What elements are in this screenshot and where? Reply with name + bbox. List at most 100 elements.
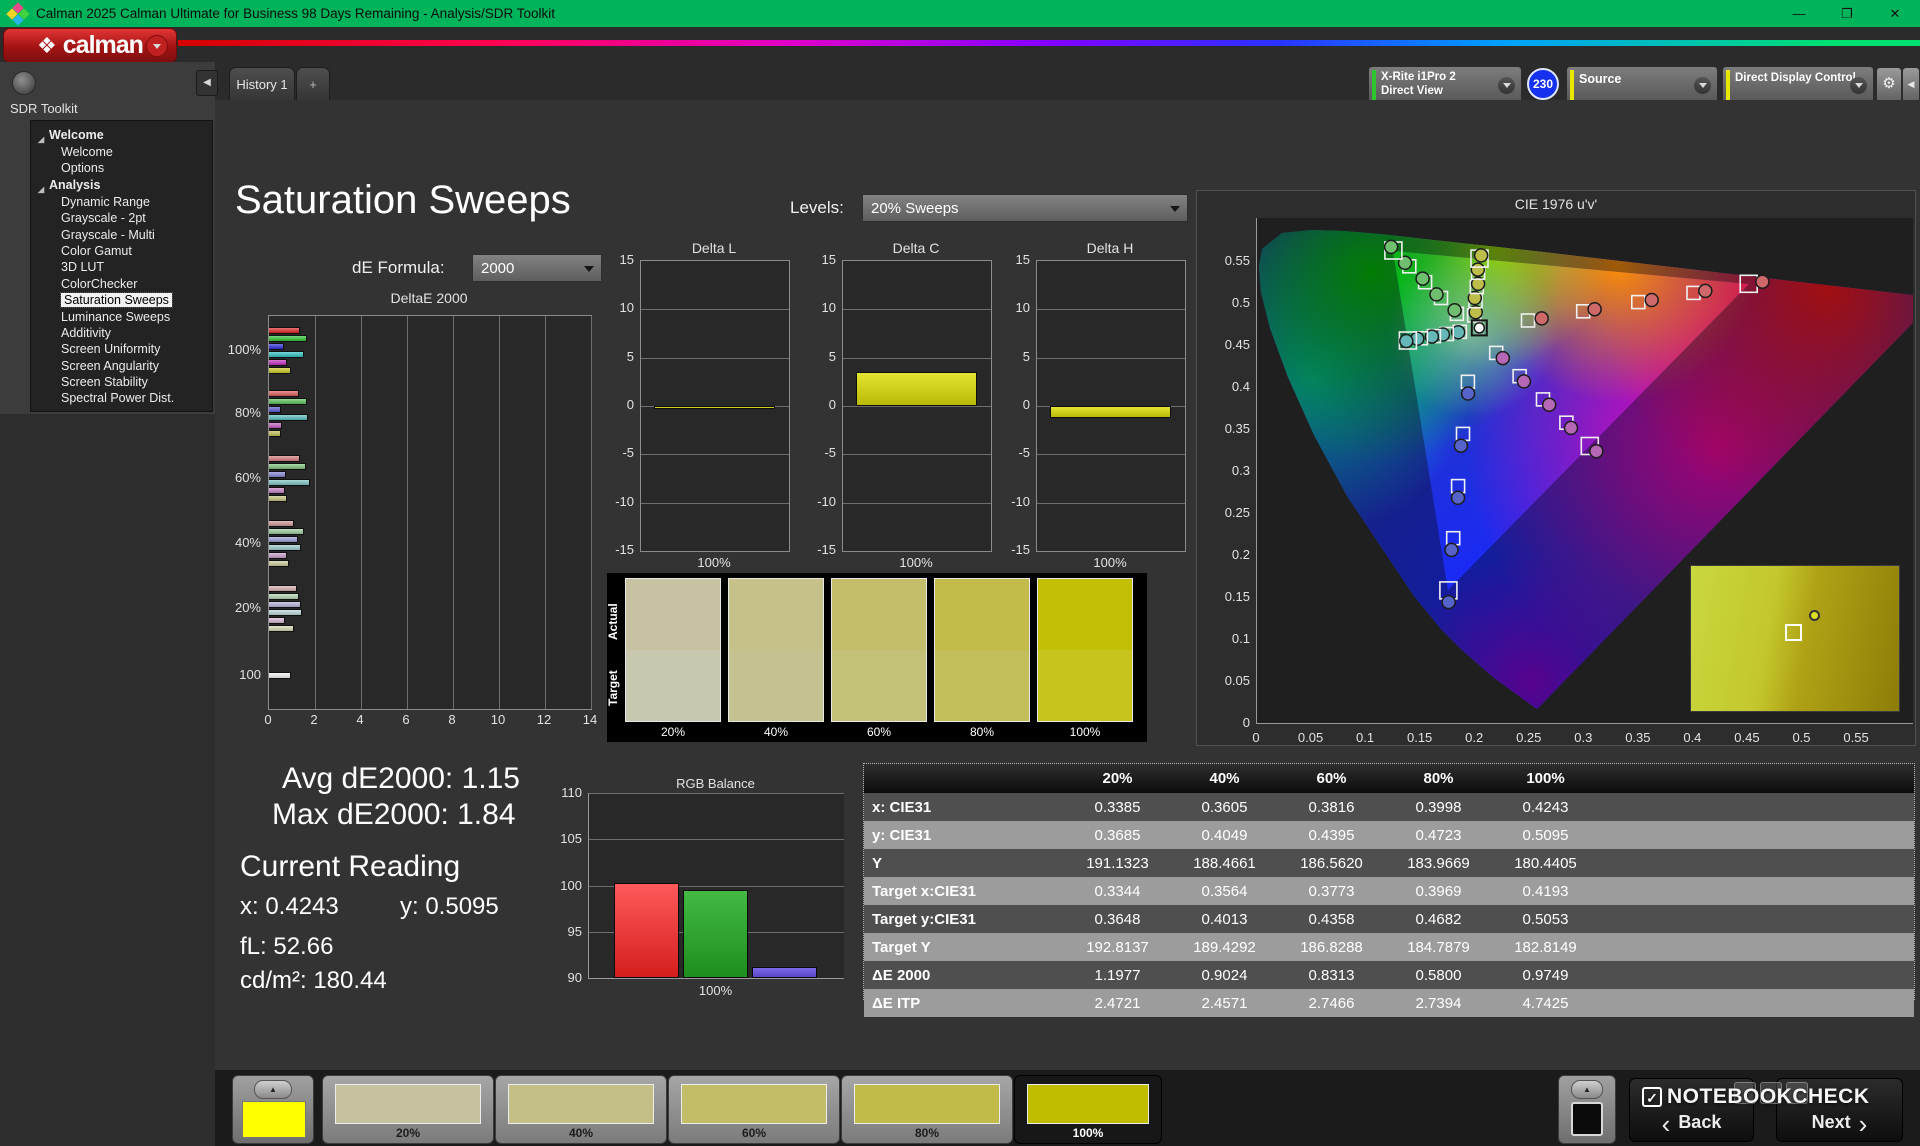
patch-button-100[interactable]: 100%: [1014, 1075, 1162, 1144]
table-header-cell: 20%: [1064, 764, 1171, 793]
patch-button-60[interactable]: 60%: [668, 1075, 840, 1144]
sidebar-item-grayscale-2pt[interactable]: Grayscale - 2pt: [31, 210, 212, 226]
inset-measured-point: [1809, 610, 1820, 621]
sidebar-item-spectral-power-dist[interactable]: Spectral Power Dist.: [31, 390, 212, 406]
rgb-xlabel: 100%: [698, 983, 733, 998]
meter-dropdown[interactable]: X-Rite i1Pro 2 Direct View: [1368, 66, 1522, 104]
chevron-down-icon: [584, 266, 594, 272]
delta_h-ytick: 0: [1022, 397, 1030, 412]
gridline: [407, 316, 408, 709]
close-button[interactable]: ✕: [1872, 0, 1918, 27]
delta_c-ytick: 10: [821, 300, 836, 316]
deltae-group-label: 100%: [227, 342, 261, 357]
current-x: x: 0.4243: [240, 893, 339, 920]
settings-gear-button[interactable]: ⚙: [1876, 67, 1902, 103]
sidebar-item-dynamic-range[interactable]: Dynamic Range: [31, 194, 212, 210]
sidebar-item-label: Screen Stability: [61, 375, 148, 390]
table-cell: 4.7425: [1492, 989, 1599, 1017]
deltae-bar-80-5: [269, 430, 281, 437]
swatch-actual: [832, 579, 926, 650]
check-icon: ✓: [1642, 1087, 1662, 1107]
deltae-bar-20-2: [269, 601, 301, 608]
sidebar-item-welcome[interactable]: Welcome: [31, 144, 212, 160]
table-header-cell: 40%: [1171, 764, 1278, 793]
workflow-title: SDR Toolkit: [10, 101, 78, 116]
sidebar-collapse-icon[interactable]: ◀: [196, 70, 218, 96]
cie-xtick: 0.55: [1843, 730, 1869, 745]
sidebar-item-saturation-sweeps[interactable]: Saturation Sweeps: [31, 292, 212, 309]
patch-label: 80%: [914, 1126, 940, 1140]
deltae-bar-60-2: [269, 471, 286, 478]
patch-button-40[interactable]: 40%: [495, 1075, 667, 1144]
sidebar-item-screen-stability[interactable]: Screen Stability: [31, 374, 212, 390]
current-reading-title: Current Reading: [240, 850, 461, 883]
sidebar-item-label: Spectral Power Dist.: [61, 391, 175, 406]
add-tab-button[interactable]: +: [296, 67, 330, 101]
sidebar-item-luminance-sweeps[interactable]: Luminance Sweeps: [31, 309, 212, 325]
display-control-dropdown[interactable]: Direct Display Control: [1722, 66, 1874, 104]
delta_h-ytick: -15: [1011, 542, 1030, 557]
table-row-e-itp: ΔE ITP 2.4721 2.4571 2.7466 2.7394 4.7425: [864, 989, 1914, 1017]
sidebar-item-screen-uniformity[interactable]: Screen Uniformity: [31, 341, 212, 357]
delta_l-ytick: -5: [622, 445, 634, 461]
delta_h-ytick: 10: [1015, 300, 1030, 316]
de-formula-dropdown[interactable]: 2000: [472, 254, 602, 282]
table-cell: 0.8313: [1278, 961, 1385, 989]
swatch-100: [1037, 578, 1133, 722]
blackout-display-button[interactable]: [1571, 1102, 1603, 1136]
gridline: [641, 454, 789, 456]
sidebar-item-options[interactable]: Options: [31, 160, 212, 176]
tree-group-welcome[interactable]: ◢ Welcome: [31, 127, 212, 144]
swatch-20: [625, 578, 721, 722]
deltae-bar-80-1: [269, 398, 307, 405]
rgb-ytick: 105: [560, 831, 582, 847]
delta_c-ytick: 0: [828, 397, 836, 412]
sidebar-item-color-gamut[interactable]: Color Gamut: [31, 243, 212, 259]
sidebar-item-screen-angularity[interactable]: Screen Angularity: [31, 358, 212, 374]
sidebar-item-label: 3D LUT: [61, 260, 105, 275]
calman-menu-dropdown[interactable]: [146, 35, 168, 57]
collapse-panel-button[interactable]: ◀: [1902, 67, 1920, 103]
delta_l-ytick: 15: [619, 252, 634, 267]
sidebar-item-3d-lut[interactable]: 3D LUT: [31, 259, 212, 275]
table-cell: 180.4405: [1492, 849, 1599, 877]
levels-dropdown[interactable]: 20% Sweeps: [862, 194, 1188, 222]
deltae-bar-80-3: [269, 414, 308, 421]
cie-ytick: 0.1: [1231, 631, 1250, 646]
delta_l-bar: [654, 406, 775, 409]
maximize-button[interactable]: ❐: [1824, 0, 1870, 27]
patch-label: 100%: [1072, 1126, 1104, 1140]
sidebar-item-colorchecker[interactable]: ColorChecker: [31, 276, 212, 292]
deltae-xtick: 4: [356, 712, 364, 727]
sidebar-item-additivity[interactable]: Additivity: [31, 325, 212, 341]
expand-up-button[interactable]: ▲: [1571, 1080, 1603, 1099]
levels-value: 20% Sweeps: [871, 200, 959, 217]
table-cell: 0.3648: [1064, 905, 1171, 933]
expand-up-button[interactable]: ▲: [254, 1080, 292, 1099]
table-cell: 0.3385: [1064, 793, 1171, 821]
sidebar-item-grayscale-multi[interactable]: Grayscale - Multi: [31, 227, 212, 243]
table-cell: 191.1323: [1064, 849, 1171, 877]
gridline: [361, 316, 362, 709]
tree-group-analysis[interactable]: ◢ Analysis: [31, 177, 212, 194]
minimize-button[interactable]: —: [1776, 0, 1822, 27]
cie-zoom-inset: [1690, 565, 1900, 712]
tree-expander-icon: ◢: [38, 135, 45, 144]
table-cell: 0.4358: [1278, 905, 1385, 933]
deltae-bar-100-0: [269, 672, 291, 679]
deltae-bar-20-0: [269, 585, 297, 592]
workflow-led-button[interactable]: [12, 71, 36, 95]
tab-history-1[interactable]: History 1: [229, 67, 295, 101]
table-cell: 0.3685: [1064, 821, 1171, 849]
row-label: y: CIE31: [864, 821, 1064, 849]
deltae-group-label: 100: [239, 667, 261, 682]
source-dropdown[interactable]: Source: [1566, 66, 1718, 104]
rgb-ytick: 100: [560, 877, 582, 893]
gridline: [545, 316, 546, 709]
delta_l-ytick: -10: [615, 493, 634, 509]
workflow-tree: ◢ Welcome Welcome Options ◢ Analysis Dynamic R…: [30, 120, 213, 412]
patch-button-20[interactable]: 20%: [322, 1075, 494, 1144]
rgb-bar-blue: [752, 966, 817, 978]
table-cell: 0.3816: [1278, 793, 1385, 821]
patch-button-80[interactable]: 80%: [841, 1075, 1013, 1144]
